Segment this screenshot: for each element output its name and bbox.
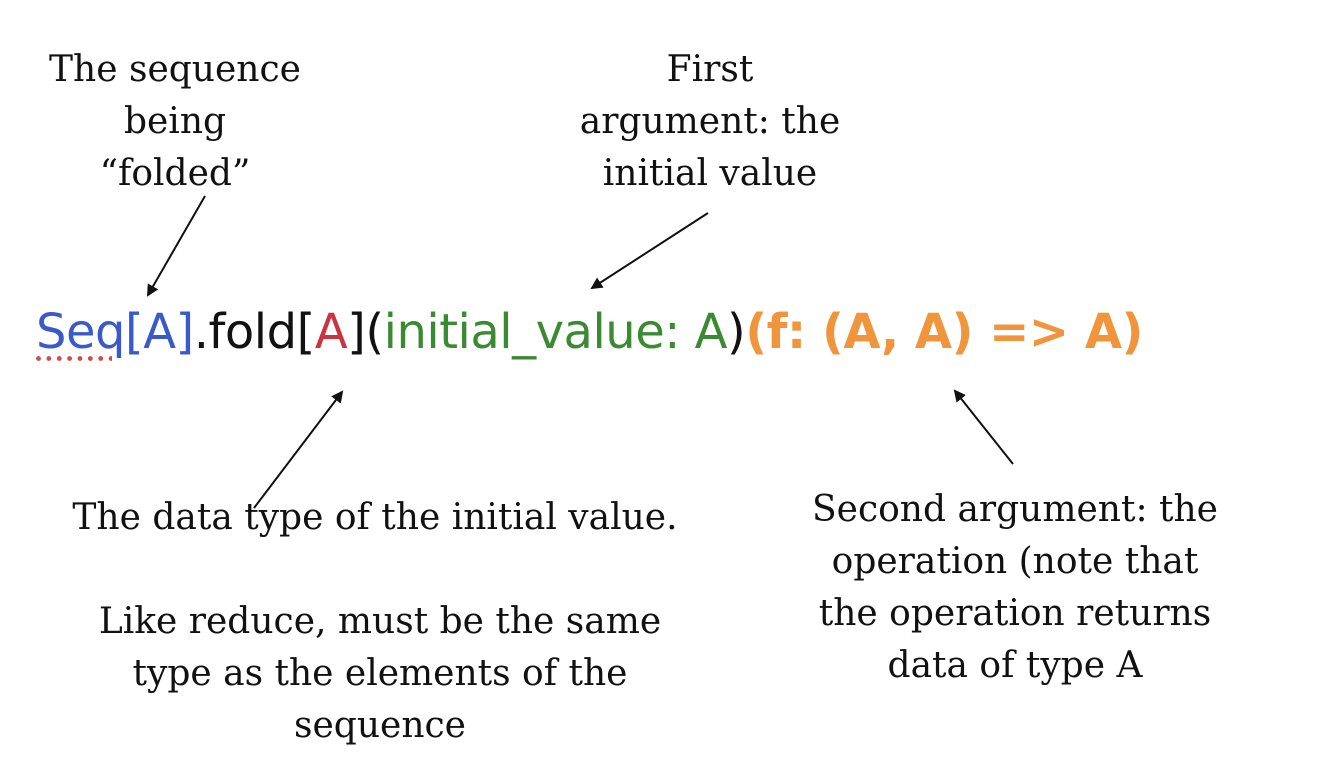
arrow-to-seq	[147, 195, 206, 297]
arrow-to-type-param	[253, 390, 344, 509]
arrow-to-initial-value	[590, 212, 709, 290]
arrow-to-operation	[953, 389, 1014, 465]
arrows-layer	[147, 195, 1014, 509]
